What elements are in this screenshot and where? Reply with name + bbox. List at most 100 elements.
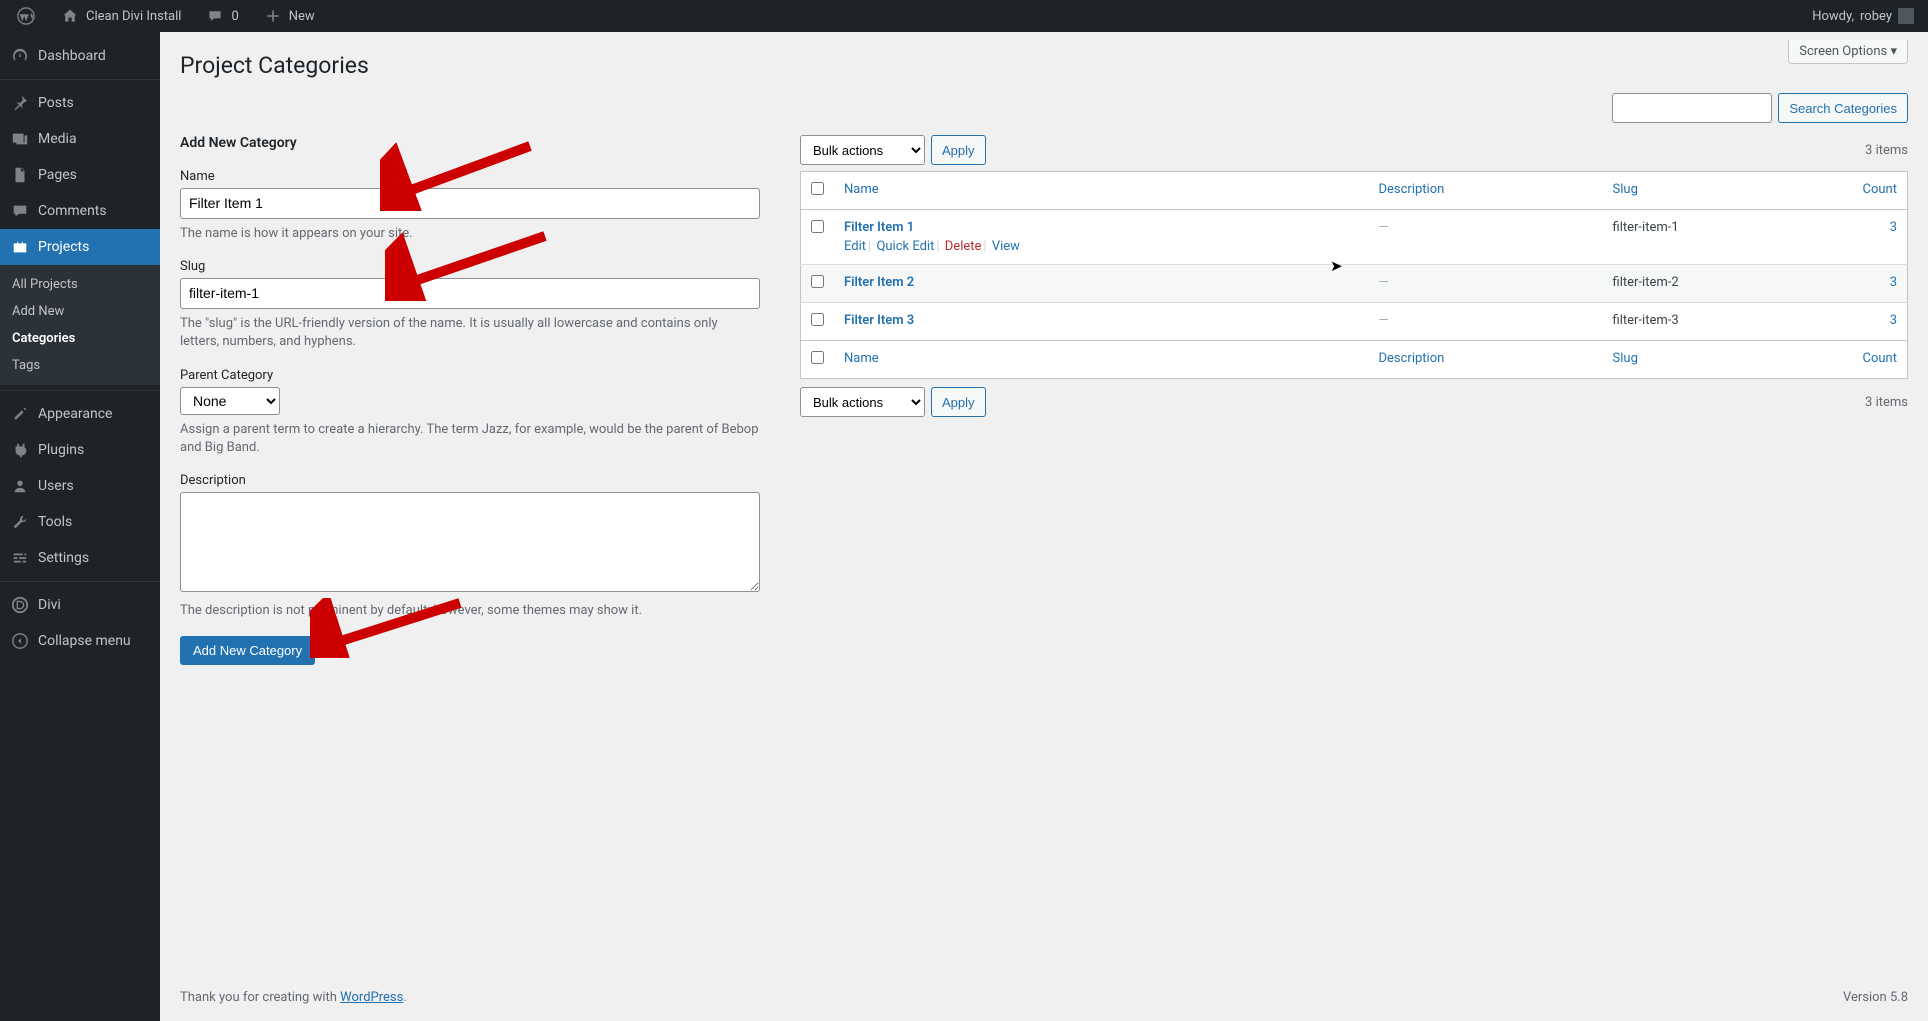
comments-count: 0 (231, 9, 238, 24)
row-desc: — (1378, 313, 1388, 328)
comment-icon (10, 201, 30, 221)
menu-pages[interactable]: Pages (0, 157, 160, 193)
menu-dashboard[interactable]: Dashboard (0, 38, 160, 74)
howdy-prefix: Howdy, (1812, 9, 1854, 24)
search-input[interactable] (1612, 93, 1772, 123)
version-text: Version 5.8 (1843, 990, 1908, 1005)
menu-users[interactable]: Users (0, 468, 160, 504)
parent-select[interactable]: None (180, 387, 280, 415)
submenu-add-new[interactable]: Add New (0, 298, 160, 325)
row-title[interactable]: Filter Item 1 (844, 220, 914, 235)
col-name[interactable]: Name (844, 182, 879, 197)
site-name: Clean Divi Install (86, 9, 181, 24)
row-count[interactable]: 3 (1890, 275, 1897, 290)
portfolio-icon (10, 237, 30, 257)
menu-comments[interactable]: Comments (0, 193, 160, 229)
dashboard-icon (10, 46, 30, 66)
row-checkbox[interactable] (811, 313, 824, 326)
categories-table-area: Bulk actions Apply 3 items Name Descript… (800, 135, 1908, 423)
add-category-form: Add New Category Name The name is how it… (180, 135, 760, 665)
col-desc[interactable]: Description (1378, 182, 1444, 197)
categories-table: Name Description Slug Count Filter Item … (800, 171, 1908, 379)
table-row: Filter Item 2 — filter-item-2 3 (801, 265, 1908, 303)
select-all-top[interactable] (811, 182, 824, 195)
menu-tools[interactable]: Tools (0, 504, 160, 540)
menu-plugins[interactable]: Plugins (0, 432, 160, 468)
menu-appearance[interactable]: Appearance (0, 396, 160, 432)
row-actions: Edit| Quick Edit| Delete| View (844, 239, 1358, 254)
menu-media[interactable]: Media (0, 121, 160, 157)
wp-logo[interactable] (8, 0, 44, 32)
apply-button-top[interactable]: Apply (931, 135, 986, 165)
submenu-projects: All Projects Add New Categories Tags (0, 265, 160, 385)
search-button[interactable]: Search Categories (1778, 93, 1908, 123)
row-slug: filter-item-2 (1603, 265, 1838, 303)
bulk-actions-select-bottom[interactable]: Bulk actions (800, 387, 925, 417)
submenu-all-projects[interactable]: All Projects (0, 271, 160, 298)
submit-button[interactable]: Add New Category (180, 636, 315, 665)
menu-projects[interactable]: Projects (0, 229, 160, 265)
menu-divi[interactable]: Divi (0, 587, 160, 623)
plug-icon (10, 440, 30, 460)
parent-label: Parent Category (180, 368, 760, 383)
col-count[interactable]: Count (1863, 182, 1897, 197)
user-menu[interactable]: Howdy, robey (1804, 0, 1920, 32)
row-checkbox[interactable] (811, 220, 824, 233)
view-link[interactable]: View (992, 239, 1020, 254)
delete-link[interactable]: Delete (945, 239, 982, 254)
select-all-bottom[interactable] (811, 351, 824, 364)
desc-help: The description is not prominent by defa… (180, 602, 760, 620)
slug-label: Slug (180, 259, 760, 274)
row-slug: filter-item-3 (1603, 303, 1838, 341)
admin-bar: Clean Divi Install 0 New Howdy, robey (0, 0, 1928, 32)
slug-input[interactable] (180, 278, 760, 309)
name-label: Name (180, 169, 760, 184)
menu-posts[interactable]: Posts (0, 85, 160, 121)
submenu-tags[interactable]: Tags (0, 352, 160, 379)
edit-link[interactable]: Edit (844, 239, 866, 254)
admin-sidebar: Dashboard Posts Media Pages Comments Pro… (0, 32, 160, 1021)
wordpress-icon (16, 6, 36, 26)
footer: Thank you for creating with WordPress. V… (160, 973, 1928, 1021)
col-name[interactable]: Name (844, 351, 879, 366)
wordpress-link[interactable]: WordPress (340, 990, 403, 1005)
apply-button-bottom[interactable]: Apply (931, 387, 986, 417)
desc-textarea[interactable] (180, 492, 760, 592)
table-row: Filter Item 3 — filter-item-3 3 (801, 303, 1908, 341)
col-slug[interactable]: Slug (1613, 182, 1638, 197)
row-count[interactable]: 3 (1890, 220, 1897, 235)
submenu-categories[interactable]: Categories (0, 325, 160, 352)
parent-help: Assign a parent term to create a hierarc… (180, 421, 760, 457)
bulk-actions-select-top[interactable]: Bulk actions (800, 135, 925, 165)
chevron-down-icon: ▾ (1890, 44, 1897, 59)
col-slug[interactable]: Slug (1613, 351, 1638, 366)
user-name: robey (1860, 9, 1892, 24)
comments-link[interactable]: 0 (197, 0, 246, 32)
menu-collapse[interactable]: Collapse menu (0, 623, 160, 659)
col-count[interactable]: Count (1863, 351, 1897, 366)
row-title[interactable]: Filter Item 2 (844, 275, 914, 290)
wrench-icon (10, 512, 30, 532)
col-desc[interactable]: Description (1378, 351, 1444, 366)
screen-options-toggle[interactable]: Screen Options ▾ (1788, 40, 1908, 64)
row-checkbox[interactable] (811, 275, 824, 288)
divi-icon (10, 595, 30, 615)
brush-icon (10, 404, 30, 424)
site-link[interactable]: Clean Divi Install (52, 0, 189, 32)
collapse-icon (10, 631, 30, 651)
items-count-bottom: 3 items (1865, 395, 1908, 410)
items-count-top: 3 items (1865, 143, 1908, 158)
menu-settings[interactable]: Settings (0, 540, 160, 576)
pin-icon (10, 93, 30, 113)
page-title: Project Categories (180, 52, 1908, 79)
name-input[interactable] (180, 188, 760, 219)
slug-help: The "slug" is the URL-friendly version o… (180, 315, 760, 351)
new-link[interactable]: New (255, 0, 323, 32)
home-icon (60, 6, 80, 26)
row-count[interactable]: 3 (1890, 313, 1897, 328)
page-icon (10, 165, 30, 185)
desc-label: Description (180, 473, 760, 488)
row-title[interactable]: Filter Item 3 (844, 313, 914, 328)
content-area: Screen Options ▾ Project Categories Sear… (160, 32, 1928, 1021)
quick-edit-link[interactable]: Quick Edit (876, 239, 934, 254)
